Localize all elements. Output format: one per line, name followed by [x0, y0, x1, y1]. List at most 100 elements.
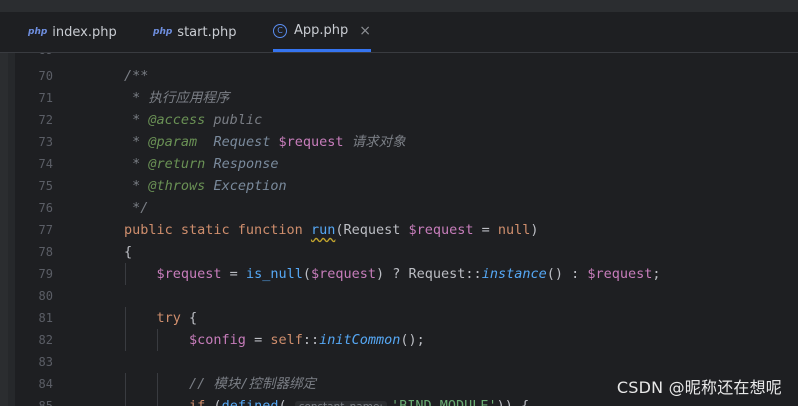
- line-number: 73: [38, 135, 53, 149]
- line-number: 78: [38, 245, 53, 259]
- class-icon: C: [273, 23, 287, 38]
- code-token: $request: [278, 134, 344, 150]
- code-token: is_null: [245, 266, 303, 282]
- code-token: initCommon: [319, 332, 401, 348]
- code-token: $request: [310, 266, 377, 282]
- code-token: (: [205, 398, 222, 406]
- code-token: =: [473, 222, 498, 238]
- code-token: ) ? Request::: [376, 266, 482, 282]
- code-line[interactable]: 83: [15, 351, 798, 373]
- code-line[interactable]: 70 /**: [15, 65, 798, 87]
- parameter-hint: constant_name:: [294, 401, 387, 406]
- line-number: 74: [38, 157, 53, 171]
- code-editor[interactable]: 69 70/**71 * 执行应用程序72 * @access public73…: [15, 53, 798, 406]
- code-token: (: [278, 398, 295, 406]
- code-line[interactable]: 72 * @access public: [15, 109, 798, 131]
- code-line[interactable]: 78 {: [15, 241, 798, 263]
- tab-label: App.php: [294, 23, 349, 38]
- code-token: public static function: [124, 222, 311, 238]
- code-token: run: [310, 222, 336, 238]
- code-token: @throws: [148, 178, 206, 194]
- code-token: /**: [124, 68, 149, 84]
- code-token: 请求对象: [343, 134, 406, 150]
- code-text: * @return Response: [124, 153, 278, 175]
- tab-label: index.php: [52, 24, 117, 40]
- code-token: @return: [148, 156, 206, 172]
- code-text: * @param Request $request 请求对象: [124, 131, 406, 153]
- code-token: *: [124, 112, 149, 128]
- code-token: *: [124, 156, 149, 172]
- tab-start-php[interactable]: php start.php: [153, 12, 236, 52]
- code-token: */: [124, 200, 149, 216]
- tool-window-strip: [0, 53, 8, 406]
- close-icon[interactable]: ×: [359, 23, 371, 39]
- code-text: */: [124, 197, 148, 219]
- line-number: 69: [15, 53, 53, 61]
- code-token: $request: [156, 266, 222, 282]
- gutter-strip: [8, 53, 15, 406]
- code-token: @access: [148, 112, 206, 128]
- code-token: (Request: [335, 222, 409, 238]
- code-token: ): [530, 222, 539, 238]
- code-line[interactable]: 71 * 执行应用程序: [15, 87, 798, 109]
- code-text: $config = self::initCommon();: [124, 329, 425, 351]
- code-token: $config: [189, 332, 246, 348]
- code-text: * @access public: [124, 109, 262, 131]
- php-file-icon: php: [153, 27, 173, 37]
- editor-tab-bar: php index.php php start.php C App.php ×: [0, 12, 798, 53]
- code-token: =: [245, 332, 271, 348]
- code-line[interactable]: 73 * @param Request $request 请求对象: [15, 131, 798, 153]
- code-token: () :: [546, 266, 588, 282]
- code-text: $request = is_null($request) ? Request::…: [124, 263, 661, 285]
- code-token: @param: [148, 134, 198, 150]
- code-token: Request: [213, 134, 271, 150]
- code-text: if (defined( constant_name:'BIND_MODULE'…: [124, 395, 529, 406]
- line-number: 85: [38, 399, 53, 406]
- line-number: 70: [38, 69, 53, 83]
- code-token: 'BIND_MODULE': [390, 398, 497, 406]
- code-token: // 模块/控制器绑定: [189, 376, 317, 392]
- code-token: self: [270, 332, 303, 348]
- tab-app-php[interactable]: C App.php ×: [273, 12, 372, 52]
- line-number: 72: [38, 113, 53, 127]
- code-text: public static function run(Request $requ…: [124, 219, 539, 241]
- line-number: 75: [38, 179, 53, 193]
- line-number: 77: [38, 223, 53, 237]
- code-line[interactable]: 74 * @return Response: [15, 153, 798, 175]
- code-line[interactable]: 76 */: [15, 197, 798, 219]
- code-token: (: [302, 266, 311, 282]
- code-token: Response: [213, 156, 279, 172]
- code-text: {: [124, 241, 132, 263]
- php-file-icon: php: [28, 27, 48, 37]
- code-token: )) {: [496, 398, 530, 406]
- code-token: ::: [302, 332, 320, 348]
- code-token: try: [156, 310, 181, 326]
- code-token: =: [221, 266, 246, 282]
- code-token: ;: [652, 266, 661, 282]
- code-line[interactable]: 82 $config = self::initCommon();: [15, 329, 798, 351]
- code-line[interactable]: 81 try {: [15, 307, 798, 329]
- line-number: 76: [38, 201, 53, 215]
- line-number: 80: [38, 289, 53, 303]
- code-token: {: [180, 310, 198, 326]
- code-token: {: [124, 244, 133, 260]
- code-text: * 执行应用程序: [124, 87, 229, 109]
- code-line[interactable]: 77 public static function run(Request $re…: [15, 219, 798, 241]
- line-number: 81: [38, 311, 53, 325]
- code-line[interactable]: 75 * @throws Exception: [15, 175, 798, 197]
- code-line[interactable]: 80: [15, 285, 798, 307]
- code-token: if: [189, 398, 206, 406]
- code-text: /**: [124, 65, 148, 87]
- code-text: // 模块/控制器绑定: [124, 373, 316, 395]
- code-line[interactable]: 79 $request = is_null($request) ? Reques…: [15, 263, 798, 285]
- code-token: instance: [481, 266, 547, 282]
- tab-index-php[interactable]: php index.php: [28, 12, 117, 52]
- code-text: try {: [124, 307, 198, 329]
- code-token: Exception: [213, 178, 287, 194]
- line-number: 84: [38, 377, 53, 391]
